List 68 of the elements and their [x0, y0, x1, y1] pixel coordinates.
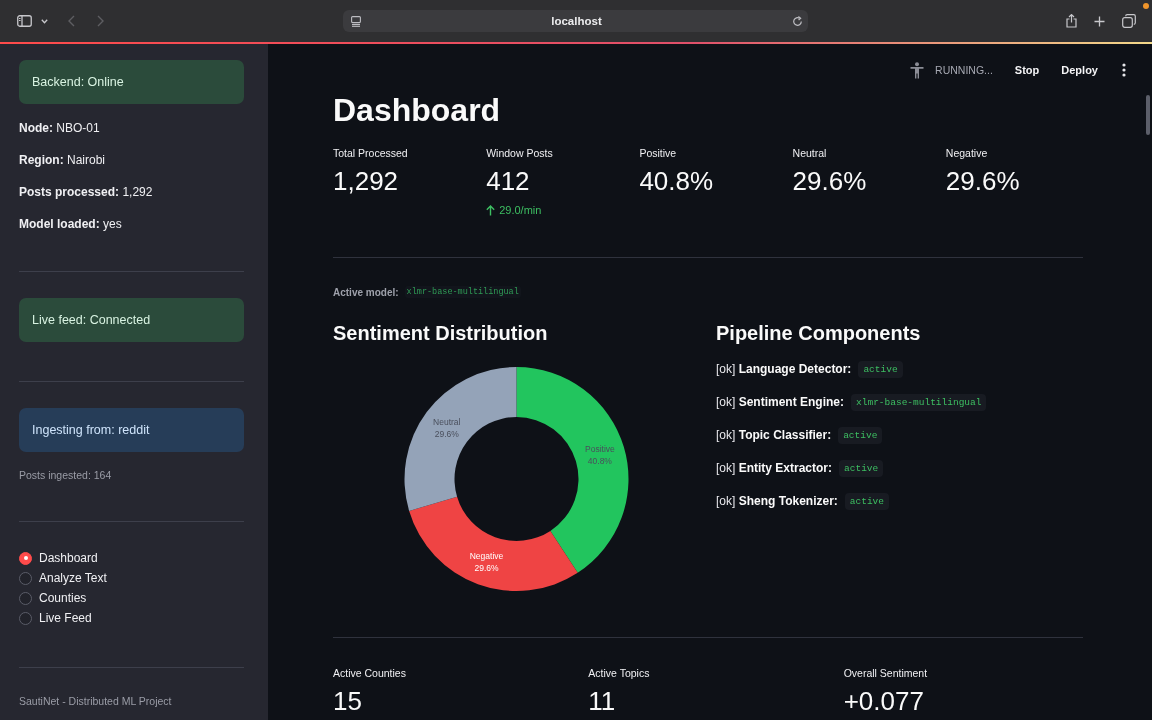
metric-delta: 29.0/min	[499, 203, 542, 217]
sidebar-toggle-icon[interactable]	[17, 15, 32, 27]
reload-icon[interactable]	[792, 15, 803, 27]
metric-value: 1,292	[333, 165, 399, 197]
scrollbar-thumb[interactable]	[1146, 95, 1150, 135]
metric-label: Positive	[639, 146, 677, 160]
status-code: active	[839, 459, 884, 477]
arrow-up-icon	[486, 204, 496, 216]
metric-value: 412	[486, 165, 530, 197]
running-status: RUNNING...	[935, 64, 993, 76]
radio-icon[interactable]	[19, 591, 32, 605]
metric-label: Overall Sentiment	[843, 666, 928, 680]
nav-radio-option[interactable]: Counties	[19, 588, 244, 608]
slice-label: Negative 29.6%	[469, 550, 504, 573]
info-line: Node: NBO-01	[19, 120, 101, 136]
metric-label: Window Posts	[486, 146, 553, 160]
metric-value: 11	[588, 685, 616, 717]
metric-value: 40.8%	[639, 165, 714, 197]
info-line: Posts processed: 1,292	[19, 184, 154, 200]
component-label: [ok] Topic Classifier:	[716, 428, 832, 442]
active-model-label: Active model:	[333, 286, 399, 298]
component-label: [ok] Sentiment Engine:	[716, 395, 845, 409]
metric-value: 29.6%	[945, 165, 1020, 197]
status-code: xlmr-base-multilingual	[851, 393, 987, 411]
info-line: Model loaded: yes	[19, 216, 123, 232]
address-bar[interactable]: localhost	[343, 10, 808, 32]
address-text: localhost	[551, 15, 602, 27]
status-code: active	[838, 426, 883, 444]
section-heading: Pipeline Components	[716, 321, 922, 346]
header-action-button[interactable]: Deploy	[1053, 60, 1106, 80]
component-label: [ok] Sheng Tokenizer:	[716, 494, 838, 508]
tabs-icon[interactable]	[1122, 14, 1136, 28]
header-action-button[interactable]: Stop	[1006, 60, 1048, 80]
caption-text: SautiNet - Distributed ML Project	[19, 694, 173, 708]
component-label: [ok] Language Detector:	[716, 362, 852, 376]
slice-label: Neutral 29.6%	[433, 417, 461, 439]
metric-value: +0.077	[843, 685, 924, 717]
nav-radio-option[interactable]: Dashboard	[19, 548, 244, 568]
metric-label: Total Processed	[333, 146, 408, 160]
status-code: active	[858, 360, 903, 378]
nav-radio-option[interactable]: Analyze Text	[19, 568, 244, 588]
metric-value: 15	[333, 685, 362, 717]
page-title: Dashboard	[333, 91, 502, 130]
chevron-down-icon[interactable]	[41, 18, 48, 24]
alert-banner: Backend: Online	[19, 60, 244, 104]
person-icon	[910, 61, 925, 79]
component-label: [ok] Entity Extractor:	[716, 461, 833, 475]
metric-label: Active Topics	[588, 666, 650, 680]
model-code: xlmr-base-multilingual	[404, 286, 521, 298]
status-code: active	[844, 492, 890, 510]
section-heading: Sentiment Distribution	[333, 321, 549, 346]
metric-value: 29.6%	[792, 165, 867, 197]
share-icon[interactable]	[1066, 14, 1077, 28]
slice-label: Positive 40.8%	[585, 444, 615, 467]
alert-banner: Live feed: Connected	[19, 298, 244, 342]
radio-icon[interactable]	[19, 611, 32, 625]
radio-icon[interactable]	[19, 551, 32, 565]
metric-label: Negative	[945, 146, 988, 160]
page-icon[interactable]	[351, 15, 361, 27]
caption-text: Posts ingested: 164	[19, 468, 113, 482]
plus-icon[interactable]	[1094, 15, 1105, 27]
radio-icon[interactable]	[19, 571, 32, 585]
metric-label: Active Counties	[333, 666, 406, 680]
alert-banner: Ingesting from: reddit	[19, 408, 244, 452]
metric-label: Neutral	[792, 146, 827, 160]
kebab-menu-icon[interactable]	[1122, 63, 1126, 77]
nav-radio-option[interactable]: Live Feed	[19, 608, 244, 628]
info-line: Region: Nairobi	[19, 152, 107, 168]
